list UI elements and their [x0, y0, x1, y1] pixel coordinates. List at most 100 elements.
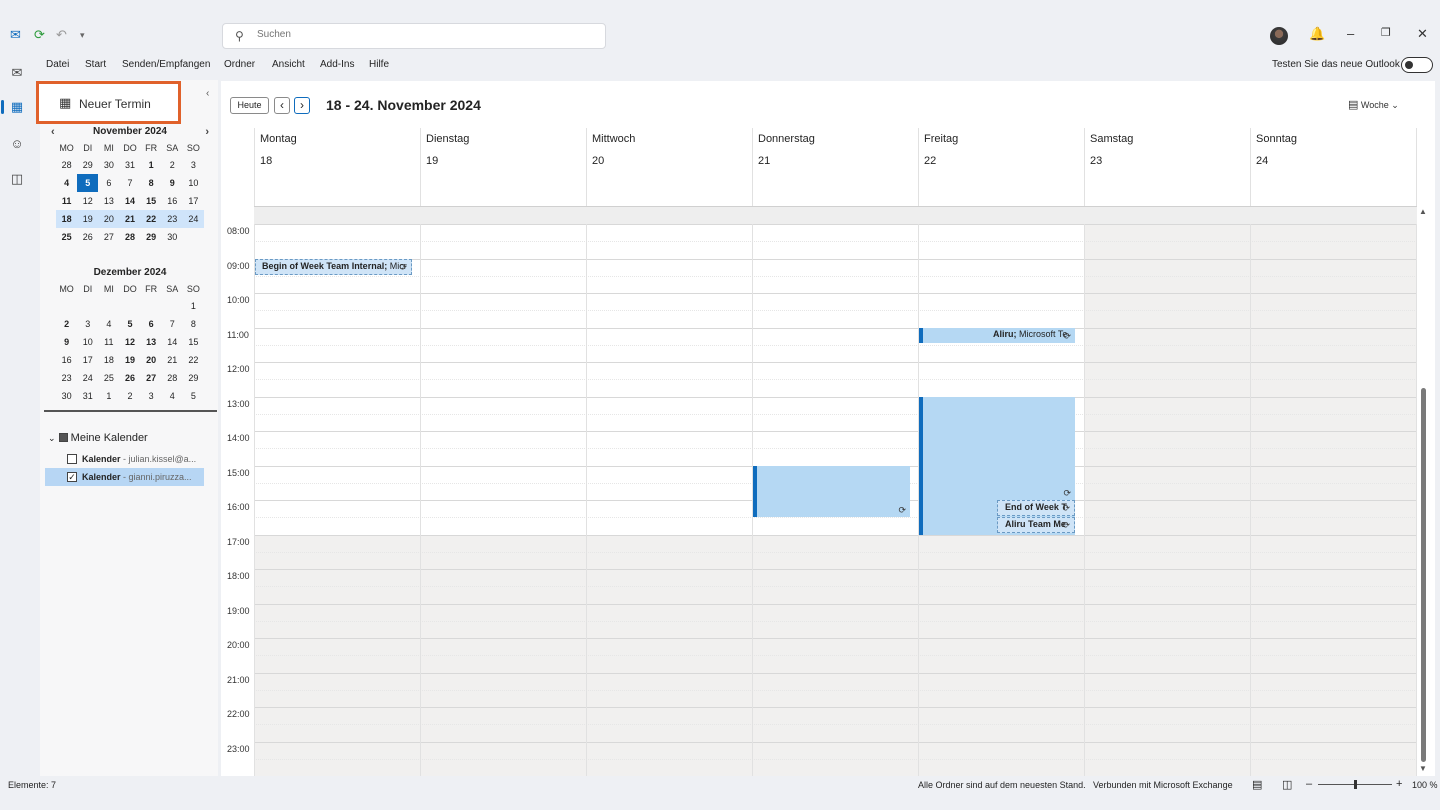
day-header-freitag[interactable]: Freitag 22 [918, 128, 1084, 206]
mini-day[interactable]: 29 [141, 228, 162, 246]
mini-day[interactable]: 10 [77, 333, 98, 351]
mini-next-month-icon[interactable]: › [205, 126, 209, 138]
mini-day[interactable]: 13 [98, 192, 119, 210]
mini-day[interactable]: 11 [98, 333, 119, 351]
mini-prev-month-icon[interactable]: ‹ [51, 126, 55, 138]
mini-day[interactable]: 31 [77, 387, 98, 405]
mini-day[interactable]: 5 [183, 387, 204, 405]
mini-day[interactable]: 26 [77, 228, 98, 246]
search-input[interactable] [257, 29, 587, 40]
mini-day[interactable] [162, 297, 183, 315]
mini-day[interactable]: 8 [141, 174, 162, 192]
mini-day[interactable]: 4 [56, 174, 77, 192]
menu-start[interactable]: Start [85, 59, 106, 70]
mini-day[interactable] [77, 297, 98, 315]
scrollbar-thumb[interactable] [1421, 388, 1426, 762]
mini-day[interactable]: 30 [56, 387, 77, 405]
day-header-montag[interactable]: Montag 18 [254, 128, 420, 206]
mini-day[interactable]: 26 [119, 369, 140, 387]
zoom-slider-thumb[interactable] [1354, 780, 1357, 789]
normal-view-icon[interactable]: ▤ [1252, 778, 1262, 791]
people-icon[interactable]: ☺ [8, 135, 26, 153]
mini-day[interactable]: 6 [141, 315, 162, 333]
mini-day[interactable]: 9 [162, 174, 183, 192]
day-header-sonntag[interactable]: Sonntag 24 [1250, 128, 1417, 206]
mini-day[interactable]: 12 [77, 192, 98, 210]
calendar-checkbox[interactable] [67, 454, 77, 464]
mini-day[interactable]: 1 [183, 297, 204, 315]
mini-day[interactable]: 15 [141, 192, 162, 210]
mini-day[interactable]: 5 [119, 315, 140, 333]
sync-icon[interactable]: ⟳ [34, 26, 45, 44]
undo-icon[interactable]: ↶ [56, 26, 67, 44]
mini-day[interactable]: 20 [98, 210, 120, 228]
mini-day[interactable]: 27 [141, 369, 162, 387]
mini-day[interactable]: 20 [141, 351, 162, 369]
mini-day[interactable]: 28 [162, 369, 183, 387]
day-header-mittwoch[interactable]: Mittwoch 20 [586, 128, 752, 206]
mini-day[interactable]: 22 [183, 351, 204, 369]
menu-add-ins[interactable]: Add-Ins [320, 59, 354, 70]
mini-day[interactable] [98, 297, 119, 315]
mini-day[interactable]: 1 [98, 387, 119, 405]
scroll-down-icon[interactable]: ▼ [1419, 764, 1427, 773]
mini-day[interactable]: 14 [162, 333, 183, 351]
mini-day[interactable]: 30 [98, 156, 119, 174]
zoom-in-icon[interactable]: + [1396, 778, 1402, 790]
mini-day[interactable] [56, 297, 77, 315]
mini-day[interactable]: 3 [183, 156, 204, 174]
calendar-checkbox-checked[interactable]: ✓ [67, 472, 77, 482]
mini-day[interactable]: 23 [161, 210, 183, 228]
day-header-samstag[interactable]: Samstag 23 [1084, 128, 1250, 206]
bell-icon[interactable]: 🔔 [1309, 26, 1325, 42]
mini-day[interactable]: 2 [162, 156, 183, 174]
mini-day[interactable]: 29 [77, 156, 98, 174]
mini-day[interactable]: 29 [183, 369, 204, 387]
reading-view-icon[interactable]: ◫ [1282, 778, 1292, 791]
close-icon[interactable]: ✕ [1417, 26, 1428, 42]
new-event-button[interactable]: ▦ Neuer Termin [36, 81, 181, 124]
restore-icon[interactable]: ❐ [1381, 26, 1391, 39]
event-aliru-team-meeting[interactable]: Aliru Team Me ⟳ [997, 517, 1075, 533]
mini-day[interactable]: 22 [140, 210, 162, 228]
event-end-of-week[interactable]: End of Week T ⟳ [997, 500, 1075, 516]
mini-day[interactable]: 31 [119, 156, 140, 174]
mini-day[interactable]: 17 [77, 351, 98, 369]
calendar-item-gianni[interactable]: ✓ Kalender - gianni.piruzza... [45, 468, 204, 486]
mini-day[interactable]: 16 [162, 192, 183, 210]
mini-day[interactable]: 7 [119, 174, 140, 192]
mini-day[interactable]: 4 [98, 315, 119, 333]
mini-day[interactable]: 24 [182, 210, 204, 228]
view-selector[interactable]: ▤ Woche ⌄ [1348, 98, 1399, 111]
mini-day[interactable]: 19 [77, 210, 99, 228]
mini-day[interactable]: 19 [119, 351, 140, 369]
mini-day[interactable]: 28 [56, 156, 77, 174]
mini-day[interactable]: 13 [141, 333, 162, 351]
menu-datei[interactable]: Datei [46, 59, 69, 70]
mini-day[interactable]: 10 [183, 174, 204, 192]
mini-day-today[interactable]: 5 [77, 174, 99, 192]
today-button[interactable]: Heute [230, 97, 269, 114]
mini-day[interactable]: 21 [119, 210, 141, 228]
mini-day[interactable]: 11 [56, 192, 77, 210]
group-checkbox[interactable] [58, 433, 68, 442]
day-header-dienstag[interactable]: Dienstag 19 [420, 128, 586, 206]
minimize-icon[interactable]: – [1347, 26, 1354, 41]
mini-day[interactable]: 15 [183, 333, 204, 351]
chevron-down-icon[interactable]: ⌄ [48, 433, 56, 443]
search-box[interactable]: ⚲ [222, 23, 606, 49]
mini-day[interactable]: 7 [162, 315, 183, 333]
mini-day[interactable]: 18 [98, 351, 119, 369]
mini-day[interactable]: 18 [56, 210, 78, 228]
mini-day[interactable] [119, 297, 140, 315]
mini-day[interactable]: 2 [56, 315, 77, 333]
calendar-icon[interactable]: ▦ [1, 98, 26, 116]
collapse-pane-icon[interactable]: ‹ [206, 88, 209, 99]
time-grid[interactable]: 08:00 09:00 10:00 11:00 12:00 13:00 14:0… [221, 224, 1417, 776]
mini-day[interactable]: 25 [98, 369, 119, 387]
mini-day[interactable]: 1 [141, 156, 162, 174]
avatar[interactable] [1270, 27, 1288, 45]
scroll-up-icon[interactable]: ▲ [1419, 207, 1427, 216]
mini-day[interactable] [183, 228, 204, 246]
mini-day[interactable]: 21 [162, 351, 183, 369]
